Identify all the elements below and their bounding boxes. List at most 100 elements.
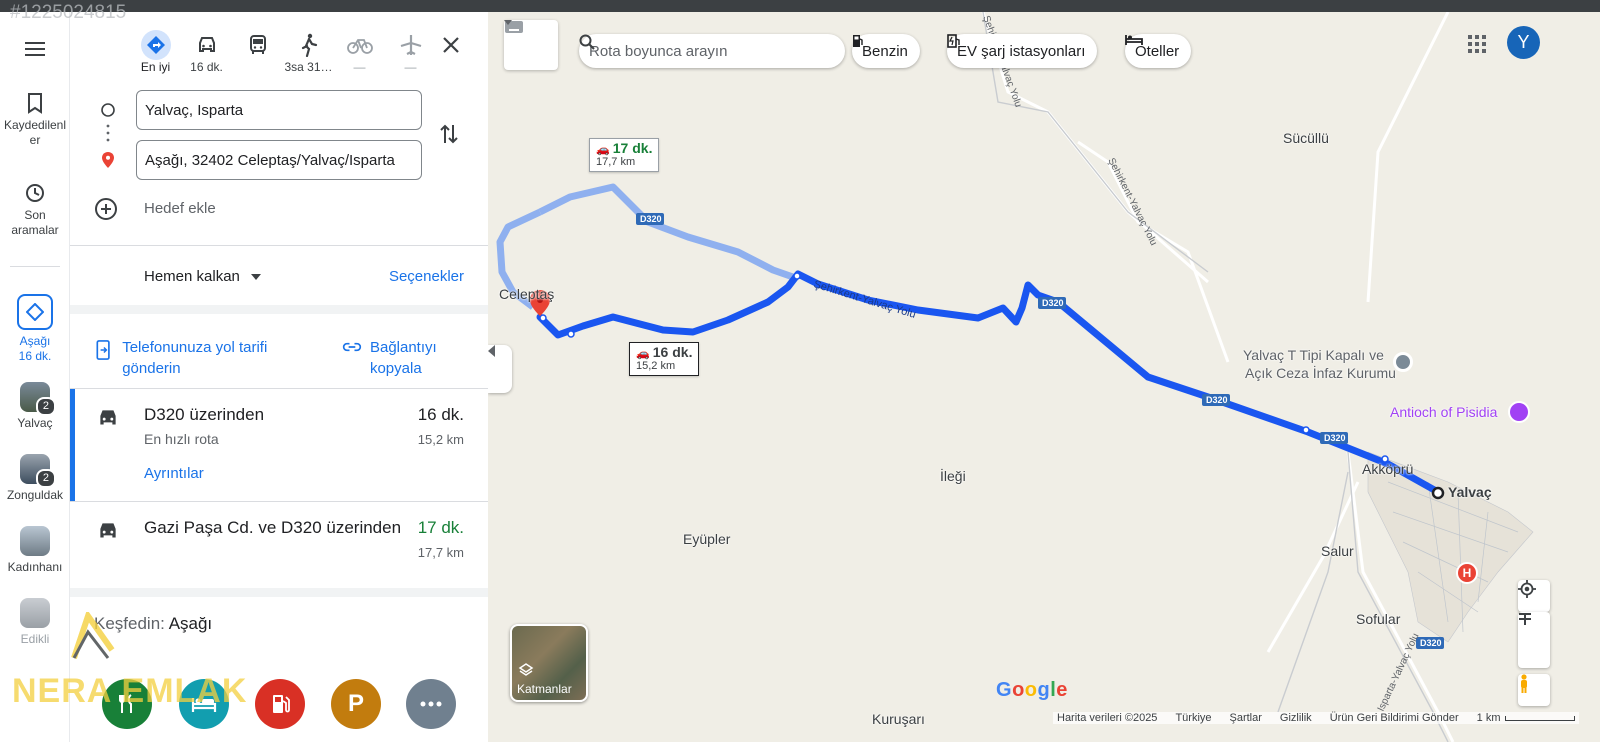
map-data-credit: Harita verileri ©2025 xyxy=(1057,712,1158,724)
directions-panel: En iyi 16 dk. 3sa 31… — — Yalvaç, Ispart… xyxy=(70,12,488,742)
saved-label: Kaydedilenler xyxy=(3,118,67,147)
mode-best[interactable]: En iyi xyxy=(130,30,181,74)
pegman-icon xyxy=(1521,674,1527,693)
parking-icon: P xyxy=(347,690,364,717)
scale-bar: 1 km xyxy=(1477,712,1575,724)
route-option-selected[interactable]: D320 üzerinden En hızlı rota 16 dk. 15,2… xyxy=(70,389,488,501)
bus-icon xyxy=(232,30,283,60)
depart-time-dropdown[interactable]: Hemen kalkan xyxy=(144,268,262,285)
origin-input[interactable]: Yalvaç, Isparta xyxy=(136,90,422,130)
layers-label: Katmanlar xyxy=(517,682,572,696)
crosshair-icon xyxy=(1518,580,1536,598)
travel-modes: En iyi 16 dk. 3sa 31… — — xyxy=(130,30,436,74)
chip-hotels[interactable]: Oteller xyxy=(1125,34,1192,68)
country-link[interactable]: Türkiye xyxy=(1175,712,1211,724)
place-thumbnail: 2 xyxy=(20,382,56,416)
route-option[interactable]: Gazi Paşa Cd. ve D320 üzerinden 17 dk. 1… xyxy=(70,502,488,590)
mode-transit[interactable] xyxy=(232,30,283,74)
place-label-prison-line1[interactable]: Yalvaç T Tipi Kapalı ve xyxy=(1243,347,1384,363)
map-canvas[interactable]: D320 D320 D320 D320 D320 Şehirkent-Yalva… xyxy=(488,12,1600,742)
rail-current-route[interactable]: Aşağı 16 dk. xyxy=(0,294,70,364)
place-label-suculu[interactable]: Sücüllü xyxy=(1283,130,1329,146)
car-icon xyxy=(181,30,232,60)
keyboard-input-button[interactable] xyxy=(504,20,558,70)
directions-icon xyxy=(17,294,53,330)
chip-gas[interactable]: Benzin xyxy=(852,34,920,68)
search-along-route[interactable]: Rota boyunca arayın xyxy=(579,34,845,68)
account-avatar[interactable]: Y xyxy=(1507,26,1540,59)
chip-ev-charging[interactable]: EV şarj istasyonları xyxy=(947,34,1098,68)
route-subtitle: En hızlı rota xyxy=(144,431,219,447)
left-rail: Kaydedilenler Son aramalar Aşağı 16 dk. … xyxy=(0,12,70,742)
alt-route-line xyxy=(538,183,795,281)
rail-place-zonguldak[interactable]: 2 Zonguldak xyxy=(0,454,70,503)
rail-place-edikli[interactable]: Edikli xyxy=(0,598,70,647)
alt-route-callout[interactable]: 🚗 17 dk. 17,7 km xyxy=(589,138,660,172)
divider xyxy=(70,245,488,246)
rail-place-yalvac[interactable]: 2 Yalvaç xyxy=(0,382,70,431)
parking-button[interactable]: P xyxy=(331,679,381,729)
landmark-poi-icon[interactable] xyxy=(1508,401,1530,423)
place-label-eyupler[interactable]: Eyüpler xyxy=(683,531,730,547)
recent-button[interactable]: Son aramalar xyxy=(0,182,70,238)
map-drawing: D320 D320 D320 D320 D320 Şehirkent-Yalva… xyxy=(496,12,1534,742)
place-label-yalvac[interactable]: Yalvaç xyxy=(1448,484,1492,500)
place-label-antioch[interactable]: Antioch of Pisidia xyxy=(1390,404,1497,420)
saved-button[interactable]: Kaydedilenler xyxy=(0,92,70,148)
chip-label: EV şarj istasyonları xyxy=(957,42,1086,60)
place-label-celeptas[interactable]: Celeptaş xyxy=(499,286,554,302)
menu-button[interactable] xyxy=(0,40,70,62)
gas-station-button[interactable] xyxy=(255,679,305,729)
recent-label: Son aramalar xyxy=(11,208,59,237)
depart-label: Hemen kalkan xyxy=(144,268,240,285)
main-route-callout[interactable]: 🚗 16 dk. 15,2 km xyxy=(629,342,700,376)
mode-label: En iyi xyxy=(140,60,171,74)
map-footer: Harita verileri ©2025 Türkiye Şartlar Gi… xyxy=(1053,712,1579,724)
mode-bike[interactable]: — xyxy=(334,30,385,74)
mode-car[interactable]: 16 dk. xyxy=(181,30,232,74)
zoom-controls xyxy=(1518,612,1550,668)
count-badge: 2 xyxy=(35,397,56,416)
collapse-panel-button[interactable] xyxy=(488,345,512,393)
mode-flight[interactable]: — xyxy=(385,30,436,74)
place-label-sofular[interactable]: Sofular xyxy=(1356,611,1400,627)
rail-place-kadinhani[interactable]: Kadınhanı xyxy=(0,526,70,575)
mode-walk[interactable]: 3sa 31… xyxy=(283,30,334,74)
copy-link-button[interactable]: Bağlantıyı kopyala xyxy=(342,337,472,379)
place-label-salur[interactable]: Salur xyxy=(1321,543,1354,559)
my-location-button[interactable] xyxy=(1518,580,1550,612)
add-destination-label[interactable]: Hedef ekle xyxy=(144,200,216,217)
mode-label: 16 dk. xyxy=(190,60,223,74)
add-destination-button[interactable] xyxy=(94,197,118,226)
destination-input[interactable]: Aşağı, 32402 Celeptaş/Yalvaç/Isparta xyxy=(136,140,422,180)
layers-button[interactable]: Katmanlar xyxy=(510,624,588,702)
more-button[interactable] xyxy=(406,679,456,729)
place-label-kurusari[interactable]: Kuruşarı xyxy=(872,711,925,727)
place-label-ilegi[interactable]: İleği xyxy=(940,468,966,484)
more-dots-icon xyxy=(420,701,442,707)
options-button[interactable]: Seçenekler xyxy=(389,268,464,285)
close-button[interactable] xyxy=(440,34,464,58)
send-to-phone-button[interactable]: Telefonunuza yol tarifi gönderin xyxy=(94,337,294,379)
caret-down-icon xyxy=(504,20,512,25)
zoom-out-icon[interactable] xyxy=(1518,612,1532,616)
rail-current-sub: 16 dk. xyxy=(18,349,52,363)
swap-button[interactable] xyxy=(438,122,460,151)
prison-poi-icon[interactable] xyxy=(1393,352,1413,372)
street-view-pegman[interactable] xyxy=(1518,674,1550,706)
plane-icon xyxy=(385,30,436,60)
route-stops-icon xyxy=(101,103,115,168)
hospital-poi-icon[interactable]: H xyxy=(1456,562,1478,584)
history-icon xyxy=(26,184,44,202)
route-distance: 17,7 km xyxy=(417,545,464,560)
place-label-prison-line2[interactable]: Açık Ceza İnfaz Kurumu xyxy=(1245,365,1396,381)
details-link[interactable]: Ayrıntılar xyxy=(144,465,204,482)
d320-shield-4: D320 xyxy=(1324,433,1346,443)
d320-shield-1: D320 xyxy=(640,214,662,224)
place-label-akkopru[interactable]: Akköprü xyxy=(1362,461,1413,477)
phone-send-icon xyxy=(96,340,110,360)
feedback-link[interactable]: Ürün Geri Bildirimi Gönder xyxy=(1330,712,1459,724)
road-label-sehirkent-1: Şehirkent-Yalvaç Yolu xyxy=(812,278,917,321)
privacy-link[interactable]: Gizlilik xyxy=(1280,712,1312,724)
terms-link[interactable]: Şartlar xyxy=(1230,712,1262,724)
